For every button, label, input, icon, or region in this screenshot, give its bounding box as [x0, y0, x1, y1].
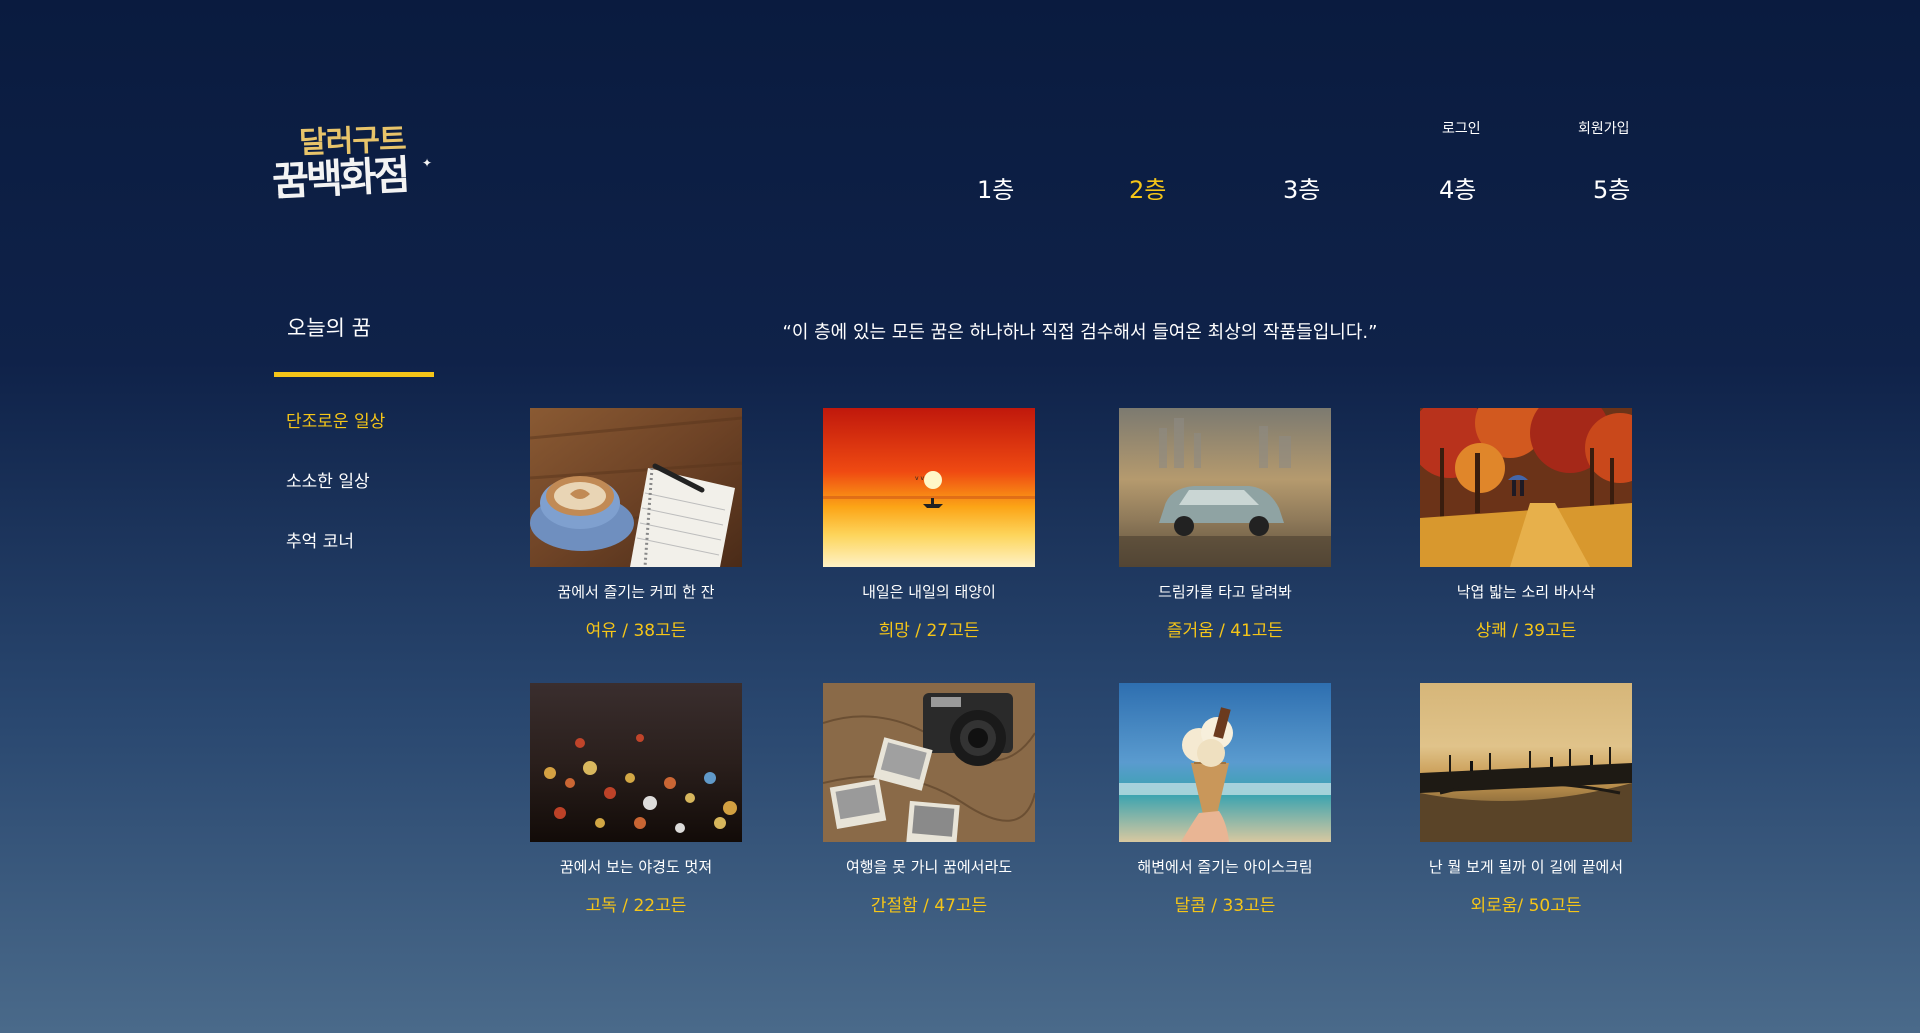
product-price: 외로움/ 50고든 — [1470, 896, 1582, 916]
product-card[interactable]: 난 뭘 보게 될까 이 길에 끝에서 외로움/ 50고든 — [1396, 683, 1656, 916]
product-price: 고독 / 22고든 — [585, 896, 687, 916]
login-link[interactable]: 로그인 — [1442, 118, 1481, 138]
signup-link[interactable]: 회원가입 — [1578, 118, 1630, 138]
floor-quote: “이 층에 있는 모든 꿈은 하나하나 직접 검수해서 들여온 최상의 작품들입… — [782, 322, 1378, 343]
product-name: 꿈에서 보는 야경도 멋져 — [559, 858, 713, 876]
product-name: 낙엽 밟는 소리 바사삭 — [1456, 583, 1596, 601]
product-card[interactable]: 해변에서 즐기는 아이스크림 달콤 / 33고든 — [1095, 683, 1355, 916]
account-links: 로그인 회원가입 — [1420, 118, 1632, 138]
red-sunset-sea-image: v v — [823, 408, 1035, 567]
product-name: 드림카를 타고 달려봐 — [1158, 583, 1292, 601]
product-price: 상쾌 / 39고든 — [1475, 621, 1577, 641]
product-price: 달콤 / 33고든 — [1174, 896, 1276, 916]
product-price: 즐거움 / 41고든 — [1166, 621, 1284, 641]
sparkle-icon: ✦ — [277, 188, 288, 202]
product-name: 난 뭘 보게 될까 이 길에 끝에서 — [1428, 858, 1624, 876]
sidebar-underline — [274, 372, 434, 377]
toy-car-city-image — [1119, 408, 1331, 567]
product-price: 여유 / 38고든 — [585, 621, 687, 641]
floor-1-link[interactable]: 1층 — [977, 170, 1014, 205]
sidebar-item-memory-corner[interactable]: 추억 코너 — [286, 530, 385, 590]
sidebar-item-monotonous-daily[interactable]: 단조로운 일상 — [286, 410, 385, 470]
floor-5-link[interactable]: 5층 — [1593, 170, 1630, 205]
product-card[interactable]: 꿈에서 즐기는 커피 한 잔 여유 / 38고든 — [506, 408, 766, 641]
sidebar-item-small-daily[interactable]: 소소한 일상 — [286, 470, 385, 530]
floor-4-link[interactable]: 4층 — [1439, 170, 1476, 205]
product-price: 희망 / 27고든 — [878, 621, 980, 641]
logo-line-2: 꿈백화점 — [271, 151, 409, 206]
product-name: 여행을 못 가니 꿈에서라도 — [845, 858, 1013, 876]
product-card[interactable]: 꿈에서 보는 야경도 멋져 고독 / 22고든 — [506, 683, 766, 916]
floor-2-link[interactable]: 2층 — [1129, 170, 1166, 205]
floor-3-link[interactable]: 3층 — [1283, 170, 1320, 205]
autumn-path-image — [1420, 408, 1632, 567]
bridge-sunset-image — [1420, 683, 1632, 842]
camera-map-photos-image — [823, 683, 1035, 842]
svg-text:v v: v v — [915, 475, 924, 482]
sparkle-icon: ✦ — [422, 156, 433, 170]
product-name: 내일은 내일의 태양이 — [862, 583, 996, 601]
product-price: 간절함 / 47고든 — [870, 896, 988, 916]
product-card[interactable]: v v 내일은 내일의 태양이 희망 / 27고든 — [799, 408, 1059, 641]
product-name: 꿈에서 즐기는 커피 한 잔 — [557, 583, 715, 601]
product-card[interactable]: 여행을 못 가니 꿈에서라도 간절함 / 47고든 — [799, 683, 1059, 916]
floor-nav: 1층 2층 3층 4층 5층 — [960, 170, 1640, 204]
product-name: 해변에서 즐기는 아이스크림 — [1137, 858, 1313, 876]
coffee-notebook-image — [530, 408, 742, 567]
logo[interactable]: 달러구트 꿈백화점 ✦ ✦ — [271, 116, 437, 208]
icecream-beach-image — [1119, 683, 1331, 842]
sidebar-title: 오늘의 꿈 — [287, 316, 371, 340]
product-card[interactable]: 드림카를 타고 달려봐 즐거움 / 41고든 — [1095, 408, 1355, 641]
sidebar-menu: 단조로운 일상 소소한 일상 추억 코너 — [286, 410, 385, 590]
city-night-bokeh-image — [530, 683, 742, 842]
product-card[interactable]: 낙엽 밟는 소리 바사삭 상쾌 / 39고든 — [1396, 408, 1656, 641]
